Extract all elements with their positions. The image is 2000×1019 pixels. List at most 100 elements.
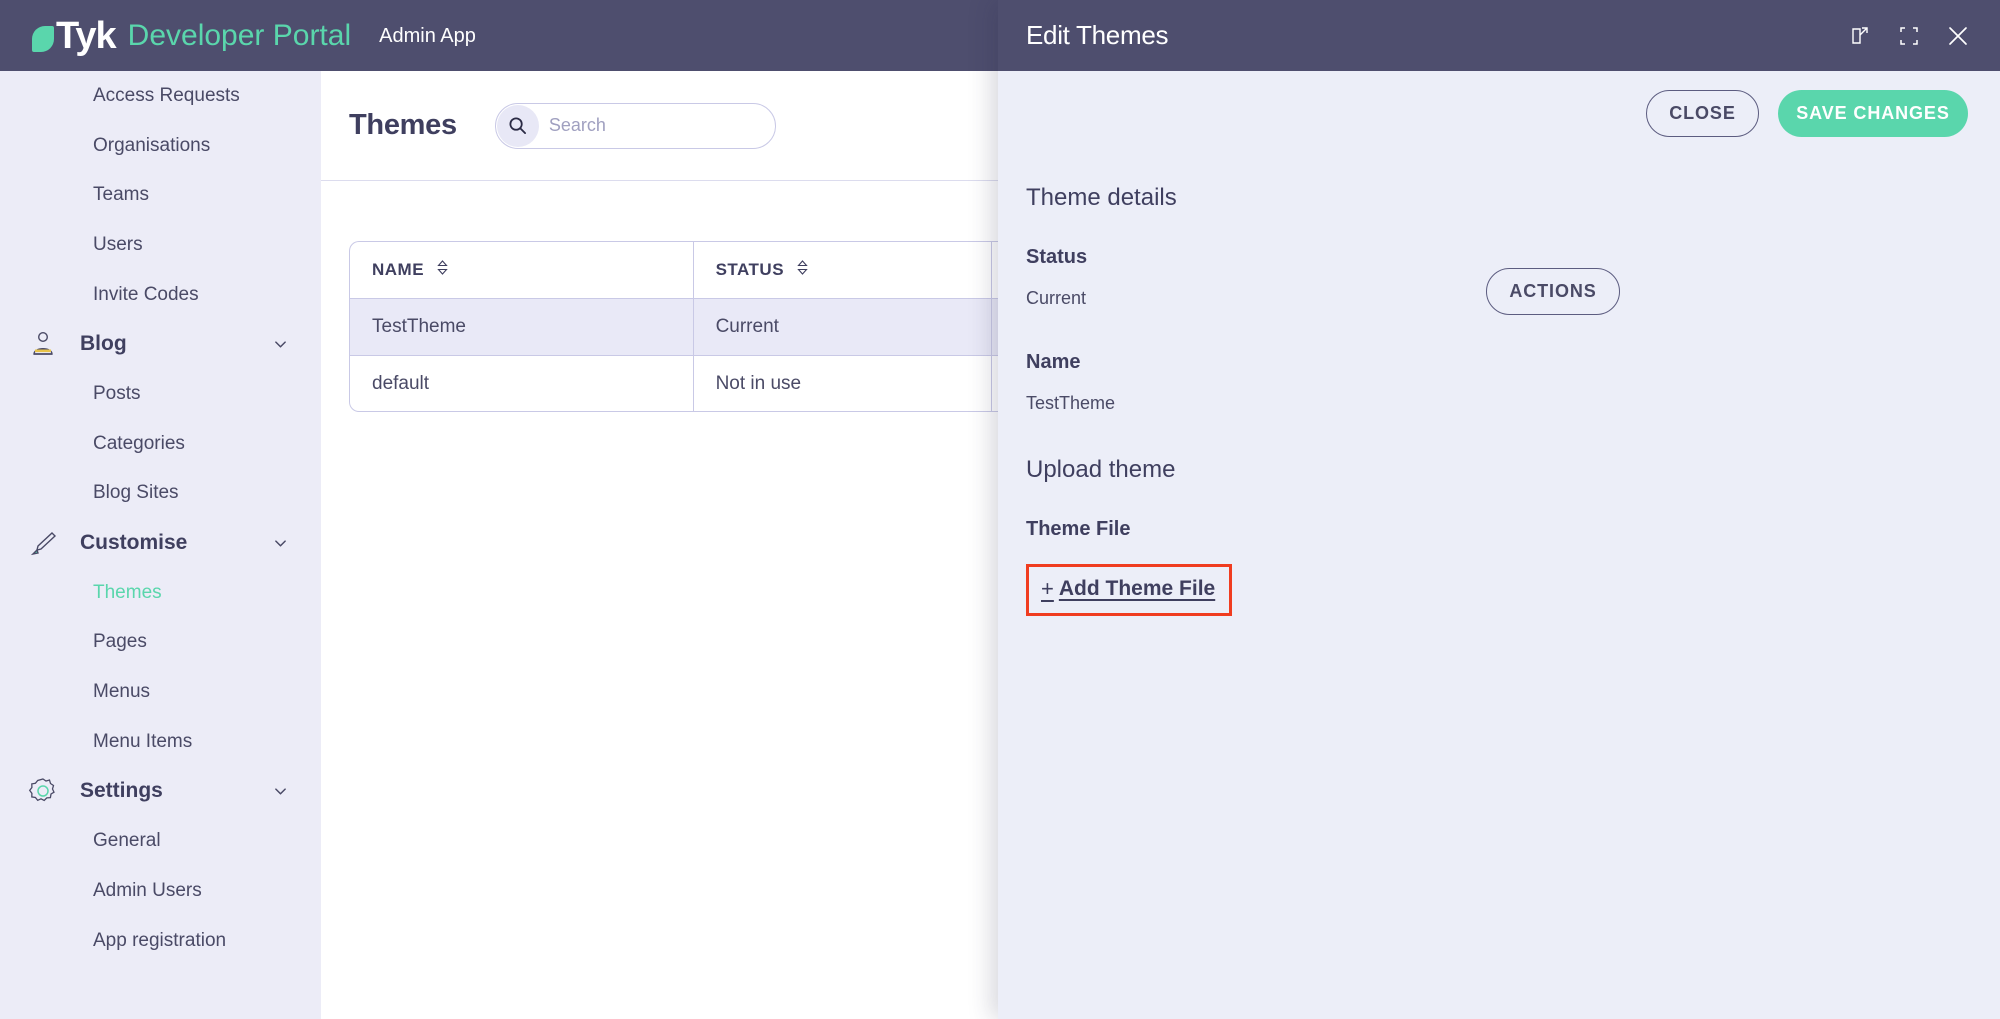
blog-icon — [26, 327, 60, 361]
actions-button[interactable]: ACTIONS — [1486, 268, 1620, 315]
upload-theme-section-title: Upload theme — [1026, 456, 1968, 484]
sidebar-item-categories[interactable]: Categories — [0, 419, 321, 469]
sidebar-item-menus[interactable]: Menus — [0, 667, 321, 717]
chevron-down-icon[interactable] — [274, 338, 287, 351]
nav-spacer-icon — [26, 129, 60, 163]
logo-subtitle: Developer Portal — [128, 21, 351, 51]
sidebar-item-label: Themes — [93, 582, 162, 604]
sort-toggle-icon[interactable] — [437, 260, 448, 280]
sidebar-nav: Access Requests Organisations Teams Users In… — [0, 71, 321, 1019]
sidebar-item-label: Posts — [93, 383, 141, 405]
sidebar-item-invite-codes[interactable]: Invite Codes — [0, 270, 321, 320]
save-changes-button[interactable]: SAVE CHANGES — [1778, 90, 1968, 137]
nav-spacer-icon — [26, 874, 60, 908]
sidebar-item-blog[interactable]: Blog — [0, 319, 321, 369]
close-icon[interactable] — [1948, 26, 1968, 46]
sidebar-item-organisations[interactable]: Organisations — [0, 121, 321, 171]
sidebar-item-label: Categories — [93, 433, 185, 455]
sort-toggle-icon[interactable] — [797, 260, 808, 280]
sidebar-item-settings[interactable]: Settings — [0, 767, 321, 817]
sidebar-item-label: General — [93, 830, 161, 852]
add-theme-file-button[interactable]: + Add Theme File — [1026, 564, 1232, 616]
sidebar-item-label: App registration — [93, 930, 226, 952]
nav-spacer-icon — [26, 377, 60, 411]
sidebar-item-label: Pages — [93, 631, 147, 653]
sidebar-item-menu-items[interactable]: Menu Items — [0, 717, 321, 767]
logo-wordmark: Tyk — [56, 17, 116, 55]
sidebar-item-label: Teams — [93, 184, 149, 206]
open-external-icon[interactable] — [1850, 26, 1870, 46]
sidebar-item-posts[interactable]: Posts — [0, 369, 321, 419]
status-row: Status Current ACTIONS — [1026, 246, 1968, 351]
sidebar-item-label: Menu Items — [93, 731, 192, 753]
nav-spacer-icon — [26, 178, 60, 212]
nav-spacer-icon — [26, 824, 60, 858]
gear-icon — [26, 774, 60, 808]
sidebar-item-label: Menus — [93, 681, 150, 703]
theme-file-label: Theme File — [1026, 518, 1968, 541]
tyk-leaf-icon — [32, 26, 54, 52]
brand-logo[interactable]: Tyk Developer Portal — [32, 17, 351, 55]
column-label-name: NAME — [372, 260, 424, 279]
paintbrush-icon — [26, 526, 60, 560]
nav-spacer-icon — [26, 228, 60, 262]
sidebar-item-label: Blog — [80, 332, 127, 356]
sidebar-item-general[interactable]: General — [0, 816, 321, 866]
panel-title: Edit Themes — [1026, 20, 1168, 51]
search-box[interactable] — [495, 103, 776, 149]
plus-icon: + — [1041, 576, 1054, 602]
chevron-down-icon[interactable] — [274, 537, 287, 550]
panel-header: Edit Themes — [998, 0, 2000, 71]
sidebar-item-label: Blog Sites — [93, 482, 179, 504]
sidebar-item-users[interactable]: Users — [0, 220, 321, 270]
name-label: Name — [1026, 351, 1968, 374]
sidebar-item-access-requests[interactable]: Access Requests — [0, 71, 321, 121]
status-value: Current — [1026, 288, 1486, 309]
sidebar-item-customise[interactable]: Customise — [0, 518, 321, 568]
nav-spacer-icon — [26, 675, 60, 709]
column-header-status[interactable]: STATUS — [693, 241, 991, 298]
sidebar-item-themes[interactable]: Themes — [0, 568, 321, 618]
cell-status: Not in use — [693, 355, 991, 412]
add-theme-file-label: Add Theme File — [1059, 577, 1215, 601]
edit-themes-panel: Edit Themes — [998, 0, 2000, 1019]
status-label: Status — [1026, 246, 1486, 269]
sidebar-item-label: Organisations — [93, 135, 210, 157]
nav-spacer-icon — [26, 79, 60, 113]
sidebar-item-label: Settings — [80, 779, 163, 803]
sidebar-item-app-registration[interactable]: App registration — [0, 916, 321, 966]
sidebar-item-pages[interactable]: Pages — [0, 618, 321, 668]
sidebar-item-admin-users[interactable]: Admin Users — [0, 866, 321, 916]
nav-spacer-icon — [26, 476, 60, 510]
column-label-status: STATUS — [716, 260, 784, 279]
close-button[interactable]: CLOSE — [1646, 90, 1759, 137]
cell-status: Current — [693, 298, 991, 355]
search-input[interactable] — [549, 115, 749, 136]
app-name-label: Admin App — [379, 26, 476, 46]
nav-spacer-icon — [26, 576, 60, 610]
nav-spacer-icon — [26, 278, 60, 312]
sidebar-item-teams[interactable]: Teams — [0, 170, 321, 220]
panel-header-icon-group — [1850, 26, 1968, 46]
nav-spacer-icon — [26, 924, 60, 958]
nav-spacer-icon — [26, 427, 60, 461]
page-title: Themes — [349, 109, 457, 142]
sidebar-item-blog-sites[interactable]: Blog Sites — [0, 469, 321, 519]
column-header-name[interactable]: NAME — [349, 241, 693, 298]
status-column: Status Current — [1026, 246, 1486, 351]
expand-fullscreen-icon[interactable] — [1900, 27, 1918, 45]
sidebar-item-label: Customise — [80, 531, 187, 555]
panel-body: Theme details Status Current ACTIONS Nam… — [998, 156, 2000, 616]
sidebar-item-label: Admin Users — [93, 880, 202, 902]
nav-spacer-icon — [26, 625, 60, 659]
nav-spacer-icon — [26, 725, 60, 759]
chevron-down-icon[interactable] — [274, 785, 287, 798]
search-icon — [497, 105, 539, 147]
cell-name: TestTheme — [349, 298, 693, 355]
upload-theme-section: Upload theme Theme File + Add Theme File — [1026, 456, 1968, 616]
theme-details-section-title: Theme details — [1026, 184, 1968, 212]
panel-action-bar: CLOSE SAVE CHANGES — [998, 71, 2000, 156]
cell-name: default — [349, 355, 693, 412]
sidebar-item-label: Users — [93, 234, 143, 256]
name-value: TestTheme — [1026, 393, 1968, 414]
